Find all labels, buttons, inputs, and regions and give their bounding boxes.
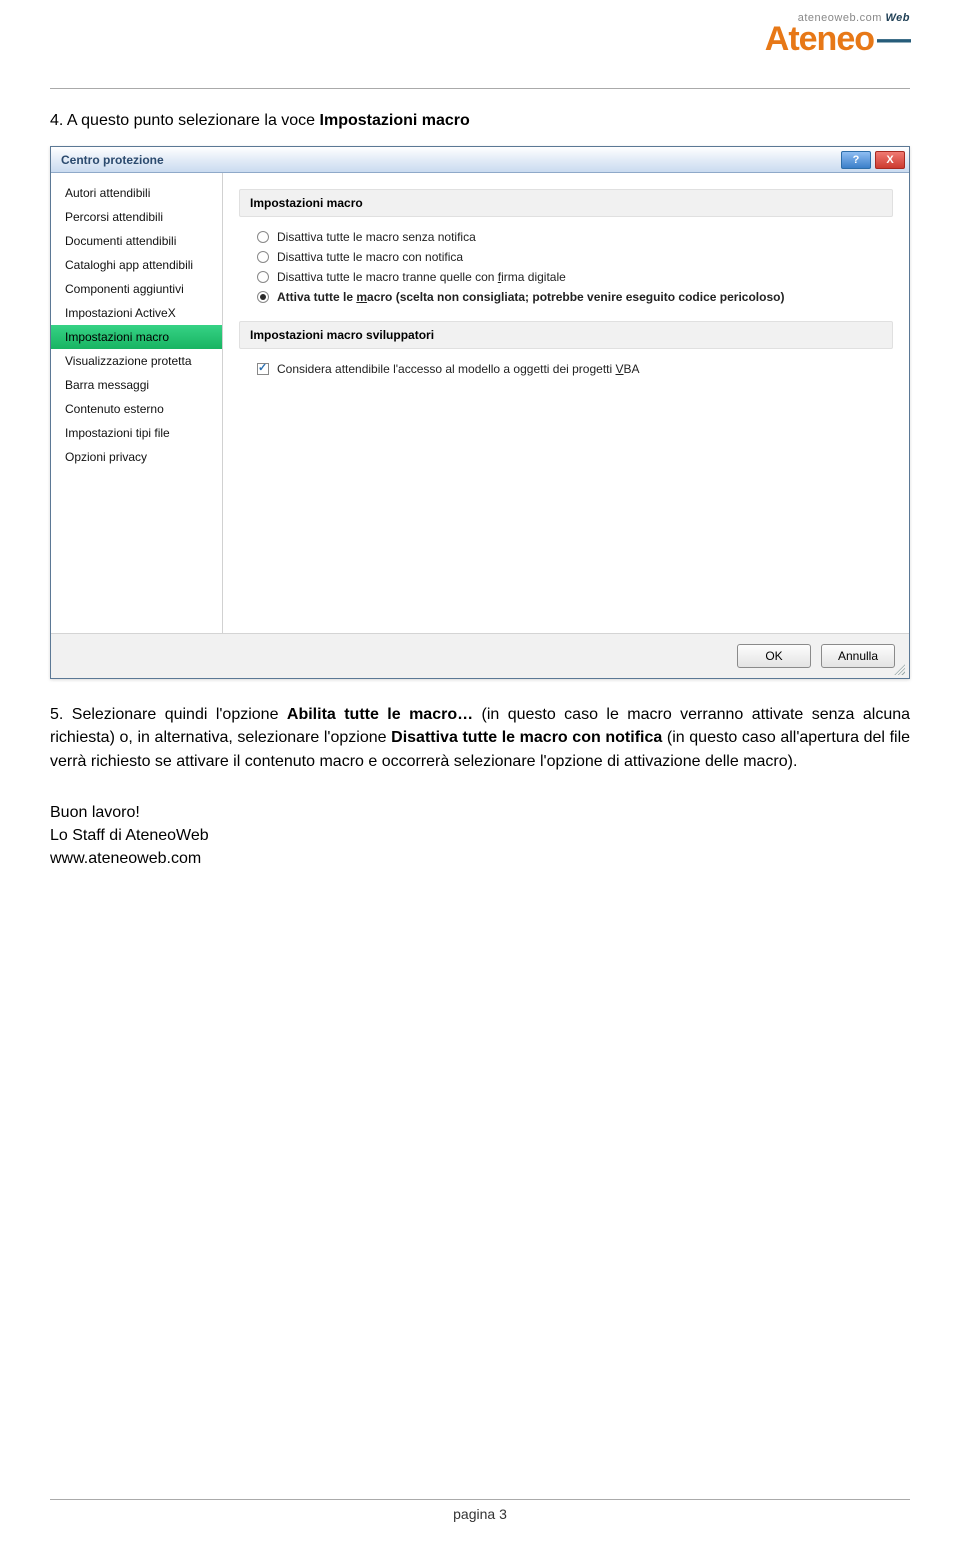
sidebar-item-label: Percorsi attendibili xyxy=(65,210,163,224)
sidebar-item-label: Contenuto esterno xyxy=(65,402,164,416)
step-5-a: 5. Selezionare quindi l'opzione xyxy=(50,706,287,723)
sidebar-item-label: Barra messaggi xyxy=(65,378,149,392)
sidebar-item-label: Documenti attendibili xyxy=(65,234,176,248)
ok-button[interactable]: OK xyxy=(737,644,811,668)
signoff-1: Buon lavoro! xyxy=(50,804,140,821)
page-footer: pagina 3 xyxy=(50,1499,910,1522)
sidebar-item-paths[interactable]: Percorsi attendibili xyxy=(51,205,222,229)
sidebar-item-privacy[interactable]: Opzioni privacy xyxy=(51,445,222,469)
logo-word: Ateneo xyxy=(765,20,874,58)
dialog-title: Centro protezione xyxy=(61,153,164,167)
step-4-bold: Impostazioni macro xyxy=(320,112,470,129)
resize-grip-icon[interactable] xyxy=(893,663,905,675)
radio-icon xyxy=(257,231,269,243)
sidebar-item-label: Opzioni privacy xyxy=(65,450,147,464)
trust-center-dialog: Centro protezione ? X Autori attendibili… xyxy=(50,146,910,679)
sidebar-item-label: Impostazioni tipi file xyxy=(65,426,170,440)
step-5-bold1: Abilita tutte le macro… xyxy=(287,706,473,723)
sidebar-item-label: Autori attendibili xyxy=(65,186,150,200)
signoff-2: Lo Staff di AteneoWeb xyxy=(50,827,209,844)
step-5: 5. Selezionare quindi l'opzione Abilita … xyxy=(50,703,910,773)
radio-icon xyxy=(257,291,269,303)
close-button[interactable]: X xyxy=(875,151,905,169)
page-number: pagina 3 xyxy=(50,1506,910,1522)
button-label: Annulla xyxy=(838,649,878,663)
step-4-text: 4. A questo punto selezionare la voce xyxy=(50,112,320,129)
checkbox-icon xyxy=(257,363,269,375)
content-pane: Impostazioni macro Disattiva tutte le ma… xyxy=(223,173,909,633)
radio-disable-no-notify[interactable]: Disattiva tutte le macro senza notifica xyxy=(239,227,893,247)
close-icon: X xyxy=(886,154,893,166)
sidebar-item-label: Impostazioni macro xyxy=(65,330,169,344)
signoff: Buon lavoro! Lo Staff di AteneoWeb www.a… xyxy=(50,801,910,871)
section-developer-macro: Impostazioni macro sviluppatori xyxy=(239,321,893,349)
radio-label: Attiva tutte le macro (scelta non consig… xyxy=(277,290,784,304)
sidebar-item-label: Componenti aggiuntivi xyxy=(65,282,184,296)
radio-disable-except-signed[interactable]: Disattiva tutte le macro tranne quelle c… xyxy=(239,267,893,287)
radio-enable-all[interactable]: Attiva tutte le macro (scelta non consig… xyxy=(239,287,893,307)
checkbox-trust-vba[interactable]: Considera attendibile l'accesso al model… xyxy=(239,359,893,379)
radio-disable-with-notify[interactable]: Disattiva tutte le macro con notifica xyxy=(239,247,893,267)
divider-bottom xyxy=(50,1499,910,1500)
logo-main: Ateneo— xyxy=(765,22,910,56)
sidebar-item-filetypes[interactable]: Impostazioni tipi file xyxy=(51,421,222,445)
section-macro-settings: Impostazioni macro xyxy=(239,189,893,217)
logo-dash: — xyxy=(874,20,910,58)
sidebar-item-documents[interactable]: Documenti attendibili xyxy=(51,229,222,253)
radio-icon xyxy=(257,271,269,283)
logo: ateneoweb.com Web Ateneo— xyxy=(765,12,910,56)
cancel-button[interactable]: Annulla xyxy=(821,644,895,668)
step-4: 4. A questo punto selezionare la voce Im… xyxy=(50,109,910,132)
sidebar-item-authors[interactable]: Autori attendibili xyxy=(51,181,222,205)
sidebar-item-protected-view[interactable]: Visualizzazione protetta xyxy=(51,349,222,373)
sidebar-item-msgbar[interactable]: Barra messaggi xyxy=(51,373,222,397)
sidebar: Autori attendibili Percorsi attendibili … xyxy=(51,173,223,633)
sidebar-item-label: Impostazioni ActiveX xyxy=(65,306,176,320)
radio-label: Disattiva tutte le macro con notifica xyxy=(277,250,463,264)
sidebar-item-addins[interactable]: Componenti aggiuntivi xyxy=(51,277,222,301)
page-header: ateneoweb.com Web Ateneo— xyxy=(50,18,910,88)
button-label: OK xyxy=(765,649,782,663)
help-button[interactable]: ? xyxy=(841,151,871,169)
titlebar: Centro protezione ? X xyxy=(51,147,909,173)
sidebar-item-macro-settings[interactable]: Impostazioni macro xyxy=(51,325,222,349)
sidebar-item-label: Visualizzazione protetta xyxy=(65,354,192,368)
sidebar-item-activex[interactable]: Impostazioni ActiveX xyxy=(51,301,222,325)
checkbox-label: Considera attendibile l'accesso al model… xyxy=(277,362,640,376)
radio-icon xyxy=(257,251,269,263)
signoff-3: www.ateneoweb.com xyxy=(50,850,201,867)
dialog-footer: OK Annulla xyxy=(51,633,909,678)
sidebar-item-catalogs[interactable]: Cataloghi app attendibili xyxy=(51,253,222,277)
sidebar-item-label: Cataloghi app attendibili xyxy=(65,258,193,272)
dialog-body: Autori attendibili Percorsi attendibili … xyxy=(51,173,909,633)
help-icon: ? xyxy=(853,154,860,166)
divider-top xyxy=(50,88,910,89)
radio-label: Disattiva tutte le macro tranne quelle c… xyxy=(277,270,566,284)
step-5-bold2: Disattiva tutte le macro con notifica xyxy=(391,729,662,746)
window-buttons: ? X xyxy=(841,151,905,169)
radio-label: Disattiva tutte le macro senza notifica xyxy=(277,230,476,244)
sidebar-item-external[interactable]: Contenuto esterno xyxy=(51,397,222,421)
